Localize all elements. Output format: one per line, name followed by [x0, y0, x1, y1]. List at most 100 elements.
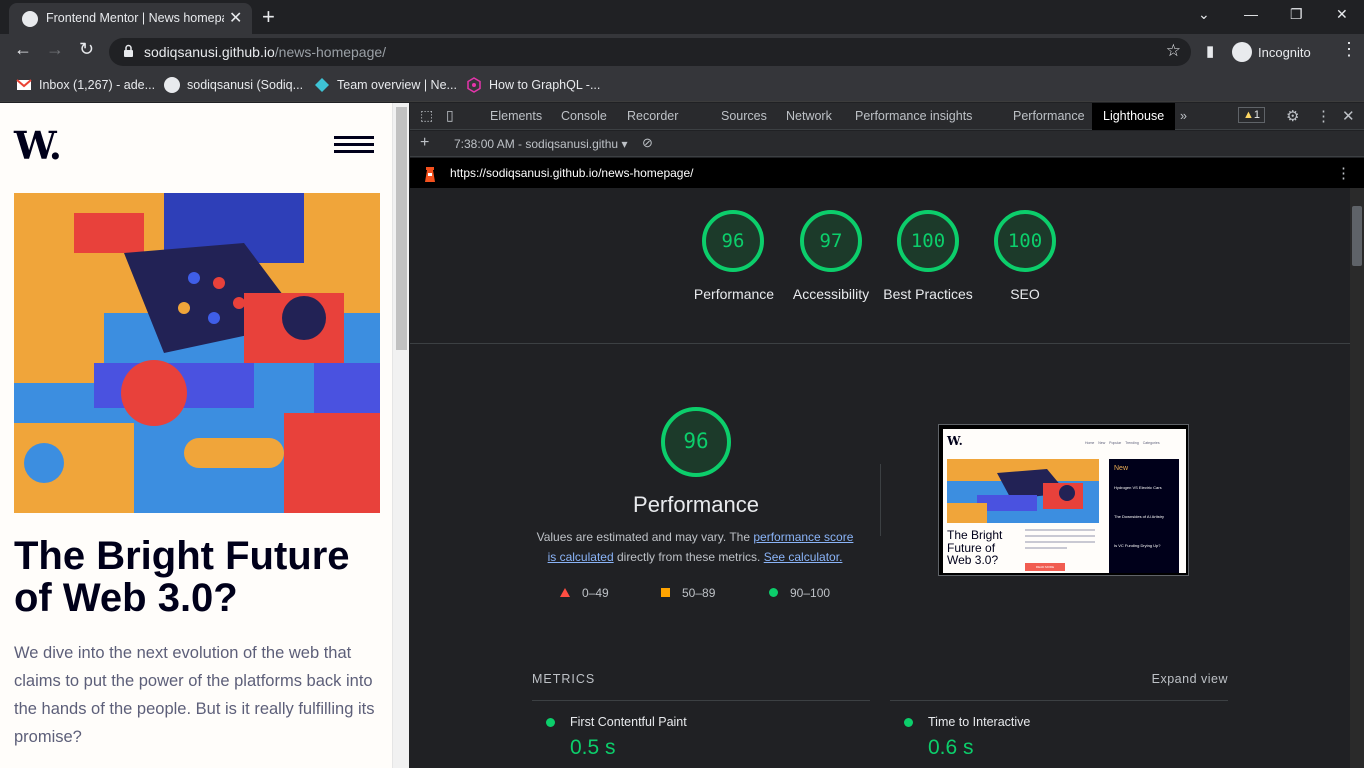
legend-fail: 0–49: [560, 586, 609, 600]
thumb-sidebar: New Hydrogen VS Electric Cars The Downsi…: [1109, 459, 1179, 573]
restore-button[interactable]: ❐: [1290, 6, 1303, 23]
bookmark-inbox[interactable]: Inbox (1,267) - ade...: [16, 77, 155, 93]
incognito-label: Incognito: [1258, 44, 1311, 60]
side-panel-icon[interactable]: ▮: [1206, 42, 1214, 60]
expand-view-toggle[interactable]: Expand view: [1152, 672, 1228, 686]
metric-divider-right: [890, 700, 1228, 701]
url-text: sodiqsanusi.github.io/news-homepage/: [144, 44, 387, 60]
new-report-icon[interactable]: +: [420, 134, 429, 152]
legend-average: 50–89: [661, 586, 715, 600]
inspect-element-icon[interactable]: ⬚: [420, 107, 433, 124]
report-menu-icon[interactable]: ⋮: [1336, 164, 1351, 182]
reload-button[interactable]: ↻: [79, 39, 94, 60]
browser-toolbar: ← → ↻ sodiqsanusi.github.io/news-homepag…: [0, 34, 1364, 70]
thumb-hero-image: [947, 459, 1099, 523]
report-url-bar: https://sodiqsanusi.github.io/news-homep…: [410, 158, 1364, 188]
site-logo[interactable]: W.: [14, 123, 62, 168]
close-tab-icon[interactable]: ✕: [229, 8, 242, 28]
close-window-button[interactable]: ✕: [1336, 6, 1348, 23]
performance-title: Performance: [633, 492, 759, 517]
metric-fcp-name: First Contentful Paint: [570, 715, 687, 729]
thumb-lede-lines: [1025, 529, 1095, 549]
article-lede: We dive into the next evolution of the w…: [14, 644, 375, 746]
browser-tab[interactable]: Frontend Mentor | News homepage ✕: [9, 3, 252, 34]
vertical-divider: [880, 464, 881, 536]
close-devtools-icon[interactable]: ✕: [1342, 107, 1355, 125]
square-icon: [661, 588, 670, 597]
page-scrollbar[interactable]: [392, 103, 409, 768]
devtools-panel: ⬚ ▯ Elements Console Recorder Sources Ne…: [410, 103, 1364, 768]
circle-icon: [769, 588, 778, 597]
page-scrollbar-thumb[interactable]: [396, 107, 407, 350]
score-label-accessibility: Accessibility: [792, 286, 870, 302]
menu-icon[interactable]: ⋮: [1340, 39, 1358, 60]
devtools-menu-icon[interactable]: ⋮: [1316, 107, 1331, 125]
bookmark-graphql[interactable]: How to GraphQL -...: [466, 77, 600, 93]
graphql-icon: [467, 77, 481, 93]
performance-description: Values are estimated and may vary. The p…: [536, 530, 854, 564]
lighthouse-toolbar: + 7:38:00 AM - sodiqsanusi.githu ▾ ⊘: [410, 131, 1364, 157]
warning-badge[interactable]: ▲1: [1238, 107, 1266, 123]
pass-circle-icon: [546, 718, 555, 727]
forward-button[interactable]: →: [46, 39, 64, 60]
metric-divider-left: [532, 700, 870, 701]
tab-recorder[interactable]: Recorder: [627, 109, 678, 123]
browser-title-bar: Frontend Mentor | News homepage ✕ + ⌄ — …: [0, 0, 1364, 34]
bookmark-star-icon[interactable]: ☆: [1166, 41, 1181, 61]
bookmark-team-overview[interactable]: Team overview | Ne...: [314, 77, 457, 93]
address-bar[interactable]: sodiqsanusi.github.io/news-homepage/ ☆: [109, 38, 1191, 66]
devtools-tab-bar: ⬚ ▯ Elements Console Recorder Sources Ne…: [410, 103, 1364, 130]
thumb-nav: Home New Popular Trending Categories: [1085, 441, 1160, 445]
lock-icon: [124, 44, 133, 57]
tab-title: Frontend Mentor | News homepage: [46, 11, 224, 25]
score-gauge-best-practices[interactable]: 100: [896, 209, 966, 273]
metrics-header: METRICS Expand view: [532, 672, 1228, 686]
settings-gear-icon[interactable]: ⚙: [1286, 107, 1299, 125]
favicon-icon: [22, 11, 38, 27]
lighthouse-report: 96 Performance 97 Accessibility 100 Best…: [410, 188, 1350, 768]
see-calculator-link[interactable]: See calculator.: [764, 550, 843, 564]
tab-network[interactable]: Network: [786, 109, 832, 123]
thumb-read-more-button: READ MORE: [1025, 563, 1065, 571]
devtools-scrollbar[interactable]: [1350, 188, 1364, 768]
report-url: https://sodiqsanusi.github.io/news-homep…: [450, 166, 694, 180]
hamburger-menu-icon[interactable]: [334, 136, 374, 154]
report-selector[interactable]: 7:38:00 AM - sodiqsanusi.githu ▾: [454, 137, 627, 151]
clear-report-icon[interactable]: ⊘: [642, 135, 653, 151]
tab-performance-insights[interactable]: Performance insights: [855, 109, 972, 123]
diamond-icon: [315, 78, 329, 92]
tab-lighthouse[interactable]: Lighthouse: [1092, 103, 1176, 130]
pass-circle-icon: [904, 718, 913, 727]
devtools-scrollbar-thumb[interactable]: [1352, 206, 1362, 266]
metric-tti-value: 0.6 s: [928, 736, 974, 759]
bookmark-github[interactable]: sodiqsanusi (Sodiq...: [164, 77, 303, 93]
tab-sources[interactable]: Sources: [721, 109, 767, 123]
bookmarks-bar: Inbox (1,267) - ade... sodiqsanusi (Sodi…: [0, 70, 1364, 102]
score-gauge-seo[interactable]: 100: [993, 209, 1063, 273]
tab-elements[interactable]: Elements: [490, 109, 542, 123]
back-button[interactable]: ←: [14, 39, 32, 60]
thumb-headline: The Bright Future of Web 3.0?: [947, 528, 1003, 567]
score-label-best-practices: Best Practices: [883, 286, 973, 302]
incognito-icon: [1232, 42, 1252, 62]
tab-performance[interactable]: Performance: [1013, 109, 1085, 123]
device-toolbar-icon[interactable]: ▯: [446, 107, 454, 124]
final-screenshot[interactable]: W. Home New Popular Trending Categories …: [938, 424, 1189, 576]
score-gauge-accessibility[interactable]: 97: [799, 209, 869, 273]
section-divider: [410, 343, 1350, 344]
performance-gauge: 96: [659, 405, 733, 479]
metric-fcp-value: 0.5 s: [570, 736, 616, 759]
thumb-logo: W.: [947, 434, 963, 448]
tab-console[interactable]: Console: [561, 109, 607, 123]
incognito-indicator[interactable]: Incognito: [1232, 39, 1311, 65]
minimize-button[interactable]: —: [1244, 6, 1258, 22]
legend-pass: 90–100: [769, 586, 830, 600]
github-icon: [164, 77, 180, 93]
tab-search-icon[interactable]: ⌄: [1198, 6, 1210, 23]
lighthouse-icon: [425, 167, 435, 182]
score-gauge-performance[interactable]: 96: [701, 209, 771, 273]
more-tabs-icon[interactable]: »: [1180, 109, 1187, 123]
article-headline: The Bright Future of Web 3.0?: [14, 534, 350, 620]
new-tab-button[interactable]: +: [262, 4, 275, 30]
hero-image: [14, 193, 380, 513]
